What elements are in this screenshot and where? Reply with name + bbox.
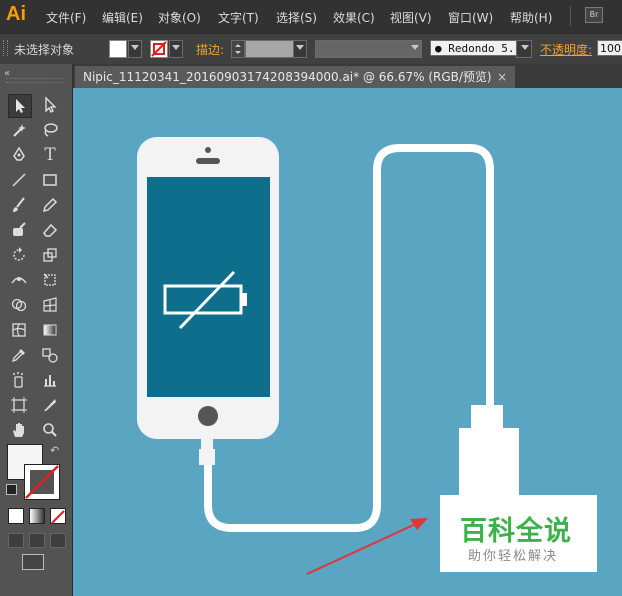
menu-window[interactable]: 窗口(W) xyxy=(448,9,493,26)
no-stroke-icon xyxy=(25,465,59,499)
type-tool-icon[interactable]: T xyxy=(39,144,61,166)
pen-tool-icon[interactable] xyxy=(8,144,30,166)
stepper-icon xyxy=(235,44,241,54)
lasso-tool-icon[interactable] xyxy=(39,119,61,141)
symbol-sprayer-tool-icon[interactable] xyxy=(8,369,30,391)
document-tab-bar: Nipic_11120341_20160903174208394000.ai* … xyxy=(73,64,622,88)
grip-icon xyxy=(3,40,8,56)
stroke-swatch[interactable] xyxy=(150,40,168,58)
tools-panel: « T ↶ xyxy=(0,64,73,596)
none-slash-icon xyxy=(51,510,65,524)
no-stroke-icon xyxy=(151,41,167,57)
menu-select[interactable]: 选择(S) xyxy=(276,9,317,26)
draw-inside-icon[interactable] xyxy=(50,533,66,548)
swap-colors-icon[interactable]: ↶ xyxy=(50,444,59,457)
stroke-weight-stepper[interactable] xyxy=(231,40,245,58)
mesh-tool-icon[interactable] xyxy=(8,319,30,341)
grip-icon xyxy=(6,78,64,83)
menu-effect[interactable]: 效果(C) xyxy=(333,9,375,26)
arrow-head-icon xyxy=(410,518,428,530)
phone-connector-base xyxy=(201,438,213,450)
none-mode-icon[interactable] xyxy=(50,508,66,524)
stroke-weight-input[interactable] xyxy=(245,40,295,58)
chevron-down-icon xyxy=(521,45,529,50)
home-button-icon xyxy=(198,406,218,426)
watermark-badge: 百科全说 助你轻松解决 xyxy=(440,495,597,572)
stroke-weight-dropdown[interactable] xyxy=(293,40,307,58)
chevron-down-icon xyxy=(296,45,304,50)
phone-speaker-icon xyxy=(196,158,220,164)
document-title: Nipic_11120341_20160903174208394000.ai* … xyxy=(83,70,492,84)
usb-plug xyxy=(459,428,519,500)
app-logo: Ai xyxy=(6,3,26,25)
chevron-down-icon xyxy=(172,45,180,50)
phone-connector xyxy=(199,449,215,465)
selection-status: 未选择对象 xyxy=(14,43,75,57)
perspective-grid-tool-icon[interactable] xyxy=(39,294,61,316)
fill-swatch[interactable] xyxy=(109,40,127,58)
stroke-color-box[interactable] xyxy=(24,464,60,500)
pencil-tool-icon[interactable] xyxy=(39,194,61,216)
phone xyxy=(137,137,279,465)
bullet-icon: ● xyxy=(435,42,442,55)
menu-bar: Ai 文件(F) 编辑(E) 对象(O) 文字(T) 选择(S) 效果(C) 视… xyxy=(0,0,622,33)
gradient-mode-icon[interactable] xyxy=(29,508,45,524)
slice-tool-icon[interactable] xyxy=(39,394,61,416)
menu-type[interactable]: 文字(T) xyxy=(218,9,259,26)
stroke-label[interactable]: 描边: xyxy=(196,41,224,58)
artboard-tool-icon[interactable] xyxy=(8,394,30,416)
screen-mode-icon[interactable] xyxy=(22,554,44,570)
watermark-subtitle: 助你轻松解决 xyxy=(468,549,559,564)
stroke-dropdown[interactable] xyxy=(169,40,183,58)
blob-brush-tool-icon[interactable] xyxy=(8,219,30,241)
zoom-tool-icon[interactable] xyxy=(39,419,61,441)
bridge-button[interactable]: Br xyxy=(585,7,603,23)
opacity-input[interactable]: 100 xyxy=(597,40,622,56)
menu-help[interactable]: 帮助(H) xyxy=(510,9,552,26)
column-graph-tool-icon[interactable] xyxy=(39,369,61,391)
fill-dropdown[interactable] xyxy=(128,40,142,58)
draw-behind-icon[interactable] xyxy=(29,533,45,548)
menu-file[interactable]: 文件(F) xyxy=(46,9,86,26)
menu-view[interactable]: 视图(V) xyxy=(390,9,432,26)
brush-definition-dropdown[interactable]: ● Redondo 5... xyxy=(430,40,530,56)
variable-width-dropdown[interactable] xyxy=(315,40,422,58)
phone-camera-icon xyxy=(205,147,211,153)
menu-edit[interactable]: 编辑(E) xyxy=(102,9,143,26)
document-tab[interactable]: Nipic_11120341_20160903174208394000.ai* … xyxy=(75,66,515,88)
blend-tool-icon[interactable] xyxy=(39,344,61,366)
selection-tool-icon[interactable] xyxy=(8,94,32,118)
scale-tool-icon[interactable] xyxy=(39,244,61,266)
hand-tool-icon[interactable] xyxy=(8,419,30,441)
magic-wand-tool-icon[interactable] xyxy=(8,119,30,141)
watermark-title: 百科全说 xyxy=(460,516,572,547)
line-tool-icon[interactable] xyxy=(8,169,30,191)
rotate-tool-icon[interactable] xyxy=(8,244,30,266)
draw-normal-icon[interactable] xyxy=(8,533,24,548)
width-tool-icon[interactable] xyxy=(8,269,30,291)
free-transform-tool-icon[interactable] xyxy=(39,269,61,291)
paintbrush-tool-icon[interactable] xyxy=(8,194,30,216)
control-bar: 未选择对象 描边: ● Redondo 5... 不透明度: 100 xyxy=(0,33,622,65)
chevron-down-icon xyxy=(411,45,419,50)
rectangle-tool-icon[interactable] xyxy=(39,169,61,191)
brush-dropdown[interactable] xyxy=(516,40,532,58)
default-colors-icon[interactable] xyxy=(6,484,17,495)
eraser-tool-icon[interactable] xyxy=(39,219,61,241)
shape-builder-tool-icon[interactable] xyxy=(8,294,30,316)
eyedropper-tool-icon[interactable] xyxy=(8,344,30,366)
chevron-down-icon xyxy=(131,45,139,50)
opacity-label[interactable]: 不透明度: xyxy=(540,41,592,58)
gradient-tool-icon[interactable] xyxy=(39,319,61,341)
color-mode-icon[interactable] xyxy=(8,508,24,524)
close-icon[interactable]: × xyxy=(497,66,507,88)
menu-object[interactable]: 对象(O) xyxy=(158,9,201,26)
direct-selection-tool-icon[interactable] xyxy=(39,94,61,116)
menu-divider xyxy=(570,6,571,26)
